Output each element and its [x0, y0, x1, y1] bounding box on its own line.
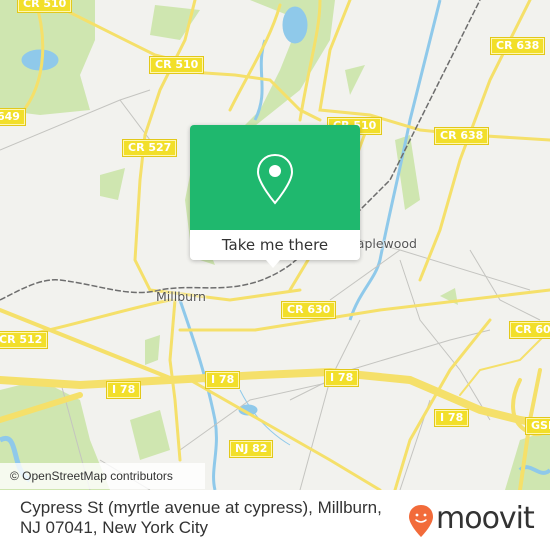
- location-popup[interactable]: Take me there: [190, 125, 360, 268]
- road-shield-i78: I 78: [323, 369, 360, 387]
- map-view[interactable]: CR 510 CR 510 CR 510 CR 638 CR 638 649 C…: [0, 0, 550, 490]
- road-shield-i78: I 78: [433, 409, 470, 427]
- moovit-pin-icon: [409, 505, 433, 537]
- place-label-millburn: Millburn: [156, 289, 206, 304]
- road-shield-cr638: CR 638: [433, 127, 490, 145]
- popup-header: [190, 125, 360, 230]
- road-shield-cr510: CR 510: [16, 0, 73, 13]
- map-pin-icon: [256, 153, 294, 205]
- road-shield-cr512: CR 512: [0, 331, 49, 349]
- road-shield-649: 649: [0, 108, 26, 126]
- popup-pointer: [266, 260, 280, 268]
- osm-attribution[interactable]: © OpenStreetMap contributors: [0, 463, 205, 489]
- road-shield-cr630: CR 630: [280, 301, 337, 319]
- road-shield-cr601: CR 601: [508, 321, 550, 339]
- road-shield-cr510: CR 510: [148, 56, 205, 74]
- road-shield-gsp: GSP: [524, 417, 550, 435]
- road-shield-cr638: CR 638: [489, 37, 546, 55]
- take-me-there-button[interactable]: Take me there: [190, 230, 360, 260]
- footer: Cypress St (myrtle avenue at cypress), M…: [0, 490, 550, 550]
- road-shield-i78: I 78: [105, 381, 142, 399]
- moovit-wordmark: moovit: [436, 501, 535, 536]
- road-shield-i78: I 78: [204, 371, 241, 389]
- map-card: CR 510 CR 510 CR 510 CR 638 CR 638 649 C…: [0, 0, 550, 550]
- road-shield-cr527: CR 527: [121, 139, 178, 157]
- address-text: Cypress St (myrtle avenue at cypress), M…: [20, 498, 382, 537]
- road-shield-nj82: NJ 82: [228, 440, 274, 458]
